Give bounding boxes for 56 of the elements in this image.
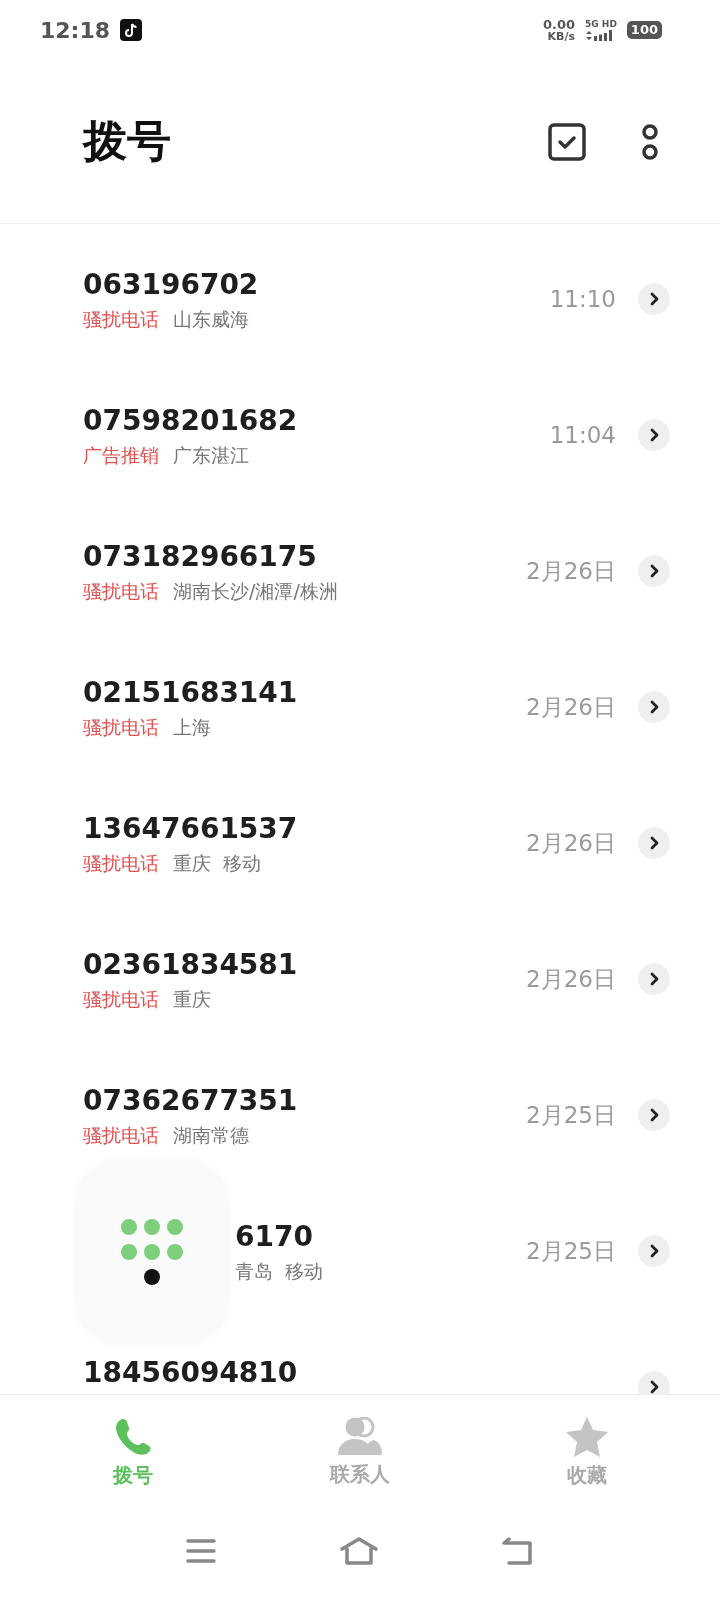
phone-number[interactable]: 02361834581 bbox=[83, 948, 298, 981]
phone-number[interactable]: 07362677351 bbox=[83, 1084, 298, 1117]
call-location: 青岛 移动 bbox=[235, 1259, 324, 1284]
call-time: 2月26日 bbox=[526, 828, 616, 858]
phone-number[interactable]: 02151683141 bbox=[83, 676, 298, 709]
call-location: 湖南常德 bbox=[173, 1123, 249, 1148]
battery-level: 100 bbox=[626, 21, 662, 39]
call-time: 2月26日 bbox=[526, 964, 616, 994]
chevron-icon[interactable] bbox=[638, 691, 670, 723]
call-tag: 骚扰电话 bbox=[83, 1123, 159, 1149]
chevron-icon[interactable] bbox=[638, 1235, 670, 1267]
music-note-icon bbox=[120, 19, 143, 41]
network-type: 5G HD bbox=[585, 19, 617, 29]
chevron-icon[interactable] bbox=[638, 1099, 670, 1131]
call-location: 上海 bbox=[173, 715, 211, 740]
call-time: 2月26日 bbox=[526, 556, 616, 586]
more-icon[interactable] bbox=[640, 121, 660, 162]
phone-number[interactable]: 13647661537 bbox=[83, 812, 298, 845]
dialpad-icon bbox=[119, 1219, 185, 1285]
back-icon[interactable] bbox=[501, 1536, 535, 1566]
call-location: 山东威海 bbox=[173, 307, 249, 332]
page-title: 拨号 bbox=[83, 114, 171, 168]
phone-number[interactable]: 07598201682 bbox=[83, 404, 298, 437]
chevron-icon[interactable] bbox=[638, 827, 670, 859]
call-time: 2月25日 bbox=[526, 1100, 616, 1130]
call-tag: 骚扰电话 bbox=[83, 307, 159, 333]
call-location: 重庆 bbox=[173, 987, 211, 1012]
checkbox-icon[interactable] bbox=[548, 122, 586, 161]
call-time: 11:04 bbox=[549, 422, 616, 448]
call-tag: 广告推销 bbox=[83, 443, 159, 469]
menu-icon[interactable] bbox=[185, 1538, 217, 1564]
call-tag: 骚扰电话 bbox=[83, 987, 159, 1013]
speed-unit: KB/s bbox=[547, 31, 576, 42]
call-location: 湖南长沙/湘潭/株洲 bbox=[173, 579, 338, 604]
call-location: 重庆 移动 bbox=[173, 851, 262, 876]
phone-number[interactable]: 18456094810 bbox=[83, 1356, 298, 1389]
status-time: 12:18 bbox=[40, 17, 111, 43]
chevron-icon[interactable] bbox=[638, 283, 670, 315]
chevron-icon[interactable] bbox=[638, 963, 670, 995]
call-time: 11:10 bbox=[549, 286, 616, 312]
phone-number[interactable]: 063196702 bbox=[83, 268, 259, 301]
call-tag: 骚扰电话 bbox=[83, 851, 159, 877]
call-location: 广东湛江 bbox=[173, 443, 249, 468]
chevron-icon[interactable] bbox=[638, 1371, 670, 1394]
call-tag: 骚扰电话 bbox=[83, 715, 159, 741]
phone-number[interactable]: 6170 bbox=[235, 1220, 313, 1253]
home-icon[interactable] bbox=[339, 1536, 379, 1566]
chevron-icon[interactable] bbox=[638, 555, 670, 587]
call-tag: 骚扰电话 bbox=[83, 579, 159, 605]
call-time: 2月25日 bbox=[526, 1236, 616, 1266]
network-speed: 0.00 bbox=[543, 18, 576, 31]
call-time: 2月26日 bbox=[526, 692, 616, 722]
phone-number[interactable]: 073182966175 bbox=[83, 540, 317, 573]
chevron-icon[interactable] bbox=[638, 419, 670, 451]
contacts-icon bbox=[337, 1417, 383, 1457]
star-icon bbox=[564, 1416, 609, 1458]
